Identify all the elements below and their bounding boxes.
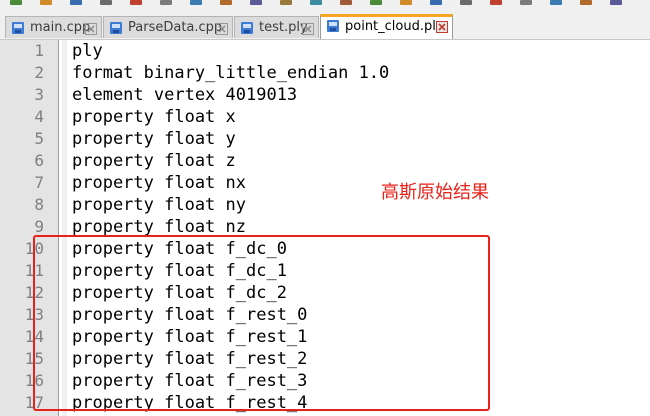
tab-label: test.ply [259, 20, 308, 35]
replace-icon[interactable] [400, 0, 412, 5]
code-line[interactable]: property float x [72, 106, 236, 128]
code-line[interactable]: format binary_little_endian 1.0 [72, 62, 389, 84]
sync-icon[interactable] [490, 0, 502, 5]
close-all-icon[interactable] [160, 0, 172, 5]
line-number: 7 [34, 173, 44, 192]
code-line[interactable]: property float ny [72, 194, 246, 216]
file-icon [11, 21, 25, 35]
code-line[interactable]: ply [72, 40, 103, 62]
save-icon[interactable] [70, 0, 82, 5]
paste-icon[interactable] [280, 0, 292, 5]
close-tab-icon[interactable] [85, 21, 97, 35]
tab-label: point_cloud.ply [345, 19, 444, 34]
find-icon[interactable] [370, 0, 382, 5]
zoom-out-icon[interactable] [460, 0, 472, 5]
wrap-icon[interactable] [520, 0, 532, 5]
toolbar [0, 0, 650, 12]
line-number: 1 [34, 41, 44, 60]
undo-icon[interactable] [310, 0, 322, 5]
print-icon[interactable] [190, 0, 202, 5]
close-tab-icon[interactable] [436, 20, 448, 33]
line-number: 6 [34, 151, 44, 170]
show-all-icon[interactable] [550, 0, 562, 5]
code-line[interactable]: property float nx [72, 172, 246, 194]
line-number: 8 [34, 195, 44, 214]
line-number: 2 [34, 63, 44, 82]
copy-icon[interactable] [250, 0, 262, 5]
open-icon[interactable] [40, 0, 52, 5]
tab-parsedata-cpp[interactable]: ParseData.cpp [103, 16, 233, 38]
close-icon[interactable] [130, 0, 142, 5]
code-line[interactable]: property float z [72, 150, 236, 172]
tab-bar: main.cpp ParseData.cpp test.ply point_cl… [0, 12, 650, 40]
code-line[interactable]: element vertex 4019013 [72, 84, 297, 106]
tab-test-ply[interactable]: test.ply [234, 16, 319, 38]
line-number: 3 [34, 85, 44, 104]
indent-guide-icon[interactable] [580, 0, 592, 5]
code-line[interactable]: property float y [72, 128, 236, 150]
line-number: 5 [34, 129, 44, 148]
close-tab-icon[interactable] [216, 21, 228, 35]
tab-label: ParseData.cpp [128, 20, 223, 35]
file-icon [109, 21, 123, 35]
file-icon [326, 19, 340, 33]
line-number: 4 [34, 107, 44, 126]
tab-main-cpp[interactable]: main.cpp [5, 16, 102, 38]
file-icon [240, 21, 254, 35]
highlight-box [33, 235, 490, 411]
new-icon[interactable] [10, 0, 22, 5]
cut-icon[interactable] [220, 0, 232, 5]
redo-icon[interactable] [340, 0, 352, 5]
macro-icon[interactable] [610, 0, 622, 5]
tab-label: main.cpp [30, 20, 91, 35]
save-all-icon[interactable] [100, 0, 112, 5]
close-tab-icon[interactable] [302, 21, 314, 35]
annotation-text: 高斯原始结果 [381, 182, 489, 203]
tab-point-cloud-ply[interactable]: point_cloud.ply [320, 14, 453, 39]
zoom-in-icon[interactable] [430, 0, 442, 5]
